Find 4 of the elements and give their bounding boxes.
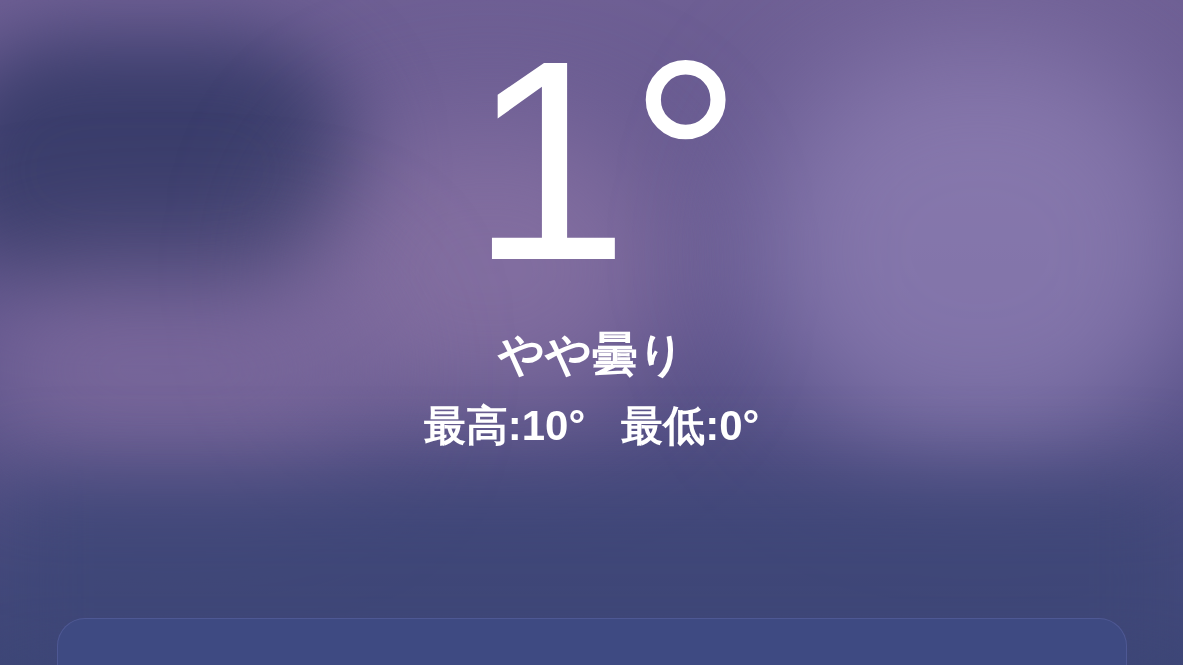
low-temperature: 最低:0° bbox=[621, 405, 760, 447]
temperature: 1° bbox=[469, 18, 743, 303]
weather-condition: やや曇り bbox=[498, 331, 685, 377]
high-temperature: 最高:10° bbox=[423, 405, 586, 447]
